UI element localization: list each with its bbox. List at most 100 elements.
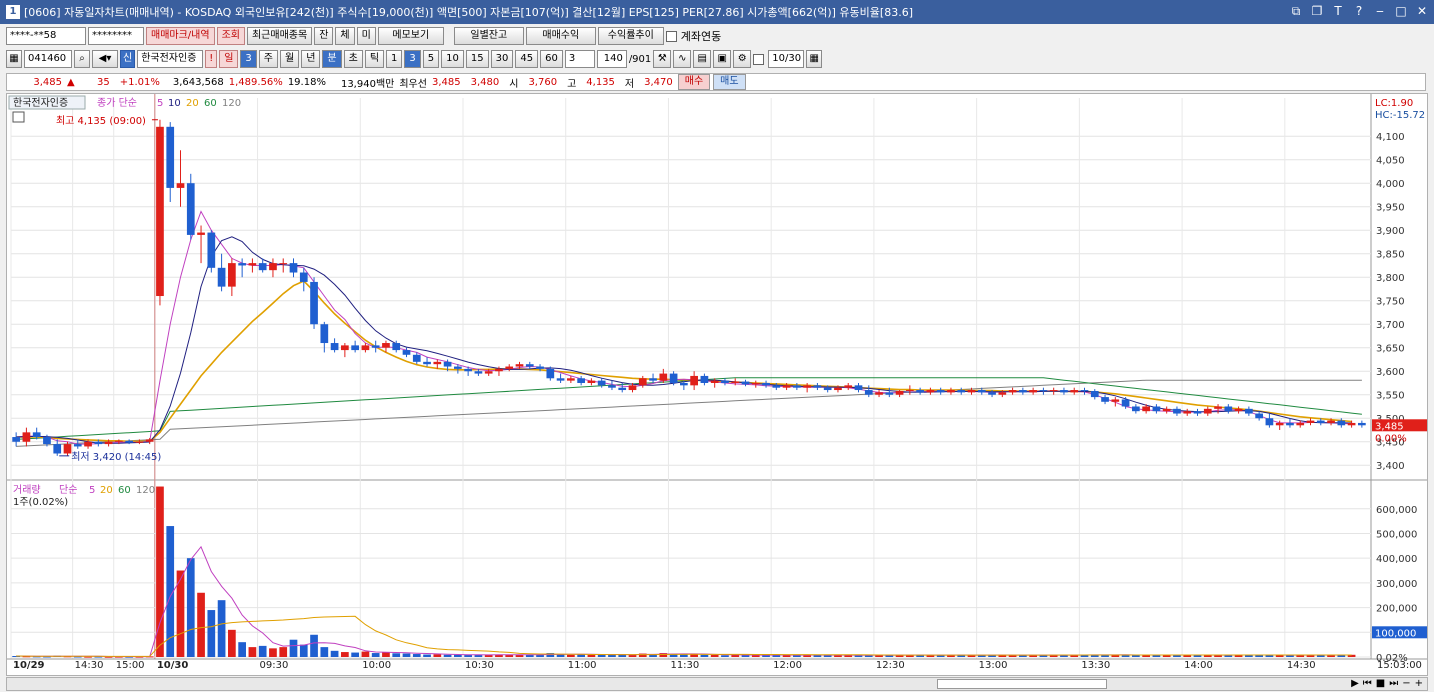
candle-body [186,183,195,235]
day-count-select[interactable]: 3 [240,50,257,68]
search-icon[interactable]: ⌕ [74,50,90,68]
candle-body [63,444,72,454]
speaker-icon[interactable]: ◀▾ [92,50,118,68]
stop-icon[interactable]: ■ [1376,678,1385,689]
memo-button[interactable]: 메모보기 [377,27,444,45]
chart-area[interactable]: 최고 4,135 (09:00) 최저 3,420 (14:45) 4,100 4,… [6,93,1428,676]
interval-1[interactable]: 1 [386,50,403,68]
buy-button[interactable]: 매수 [677,74,711,90]
month-button[interactable]: 월 [280,50,300,68]
volume-bar [248,647,257,657]
interval-45[interactable]: 45 [515,50,539,68]
interval-10[interactable]: 10 [441,50,464,68]
price-legend-period: 120 [222,98,241,109]
price-legend-period: 10 [168,98,181,109]
count-input[interactable]: 140 [596,50,627,68]
ask-price: 3,485 [431,76,461,88]
compare-icon[interactable]: ∿ [673,50,692,68]
executed-button[interactable]: 체 [335,27,355,45]
tick-button[interactable]: 틱 [364,50,385,68]
window-controls: ⧉ ❐ T ? ‒ □ ✕ [1290,4,1428,19]
balance-button[interactable]: 잔 [314,27,334,45]
year-button[interactable]: 년 [301,50,321,68]
candle-body [854,385,863,391]
interval-60[interactable]: 60 [540,50,563,68]
candle-body [536,366,544,369]
app-badge: 1 [6,5,20,19]
candle-body [977,390,986,393]
candle-body [145,439,154,442]
trade-mark-button[interactable]: 매매마크/내역 [146,27,215,45]
restore-icon[interactable]: ❐ [1311,4,1323,19]
font-icon[interactable]: T [1332,4,1344,19]
time-axis: 10/29 14:30 15:00 10/30 09:30 10:00 10:30 11:00… [13,660,1422,671]
volume: 3,643,568 [172,76,224,88]
candle-body [926,390,935,393]
candle-body [1142,406,1150,412]
sell-button[interactable]: 매도 [713,74,746,90]
candle-body [433,361,442,365]
volume-legend-indicator: 단순 [59,484,77,496]
recent-trades-button[interactable]: 최근매매종목 [246,27,313,45]
interval-30[interactable]: 30 [490,50,514,68]
trade-profit-button[interactable]: 매매수익 [525,27,596,45]
play-icon[interactable]: ▶ [1351,678,1359,689]
date-field[interactable]: 10/30 [768,50,805,68]
return-trend-button[interactable]: 수익률추이 [597,27,664,45]
candle-body [330,343,339,351]
account-link-checkbox[interactable] [665,30,677,42]
zoom-out-icon[interactable]: − [1402,678,1410,689]
password-field[interactable]: ******** [88,27,144,45]
prev-icon[interactable]: ⏮ [1363,678,1372,689]
week-button[interactable]: 주 [258,50,278,68]
price-tick-label: 4,050 [1376,156,1405,167]
next-icon[interactable]: ⏭ [1389,678,1398,689]
candle-body [1060,390,1068,393]
maximize-icon[interactable]: □ [1395,4,1407,19]
grid-icon[interactable]: ▤ [693,50,712,68]
interval-5[interactable]: 5 [422,50,440,68]
price-volume-chart[interactable]: 최고 4,135 (09:00)최저 3,420 (14:45) 4,1004,… [7,94,1428,675]
candle-body [1029,390,1037,393]
interval-input[interactable]: 3 [564,50,595,68]
stock-code-field[interactable]: 041460 [24,50,72,68]
candle-body [258,263,267,271]
date-checkbox[interactable] [753,53,765,65]
alert-button[interactable]: ! [205,50,218,68]
horizontal-scrollbar[interactable]: ▶ ⏮ ■ ⏭ − + [6,677,1428,691]
price-tick-label: 4,000 [1376,179,1405,190]
candle-body [967,390,976,393]
volume-ma20-line [16,615,1352,657]
close-icon[interactable]: ✕ [1416,4,1428,19]
candle-body [1152,406,1161,412]
query-button[interactable]: 조회 [216,27,245,45]
unfilled-button[interactable]: 미 [356,27,376,45]
tool-icon[interactable]: ⚒ [653,50,672,68]
grid-toggle-icon [12,111,25,123]
panel-icon[interactable]: ▦ [6,50,22,68]
scroll-thumb[interactable] [937,679,1107,689]
zoom-in-icon[interactable]: + [1415,678,1423,689]
time-tick-label: 09:30 [260,660,289,671]
interval-15[interactable]: 15 [465,50,489,68]
up-arrow-icon: ▲ [67,76,75,88]
second-button[interactable]: 초 [343,50,363,68]
calendar-icon[interactable]: ▦ [806,50,823,68]
gear-icon[interactable]: ⚙ [733,50,752,68]
link-icon[interactable]: ⧉ [1290,4,1302,19]
candle-body [680,382,688,386]
daily-balance-button[interactable]: 일별잔고 [453,27,524,45]
help-icon[interactable]: ? [1353,4,1365,19]
interval-3[interactable]: 3 [404,50,421,68]
candle-body [443,361,452,367]
account-select[interactable]: ****-**58 [6,27,86,45]
candle-body [988,392,996,395]
minimize-icon[interactable]: ‒ [1374,4,1386,19]
save-icon[interactable]: ▣ [713,50,732,68]
minute-button[interactable]: 분 [322,50,342,68]
candle-body [22,432,31,442]
day-button[interactable]: 일 [219,50,239,68]
volume-bar [587,655,596,657]
price-legend-period: 20 [186,98,199,109]
price-axis: 4,100 4,050 4,000 3,950 3,900 3,850 3,800 3,750… [1372,98,1428,472]
